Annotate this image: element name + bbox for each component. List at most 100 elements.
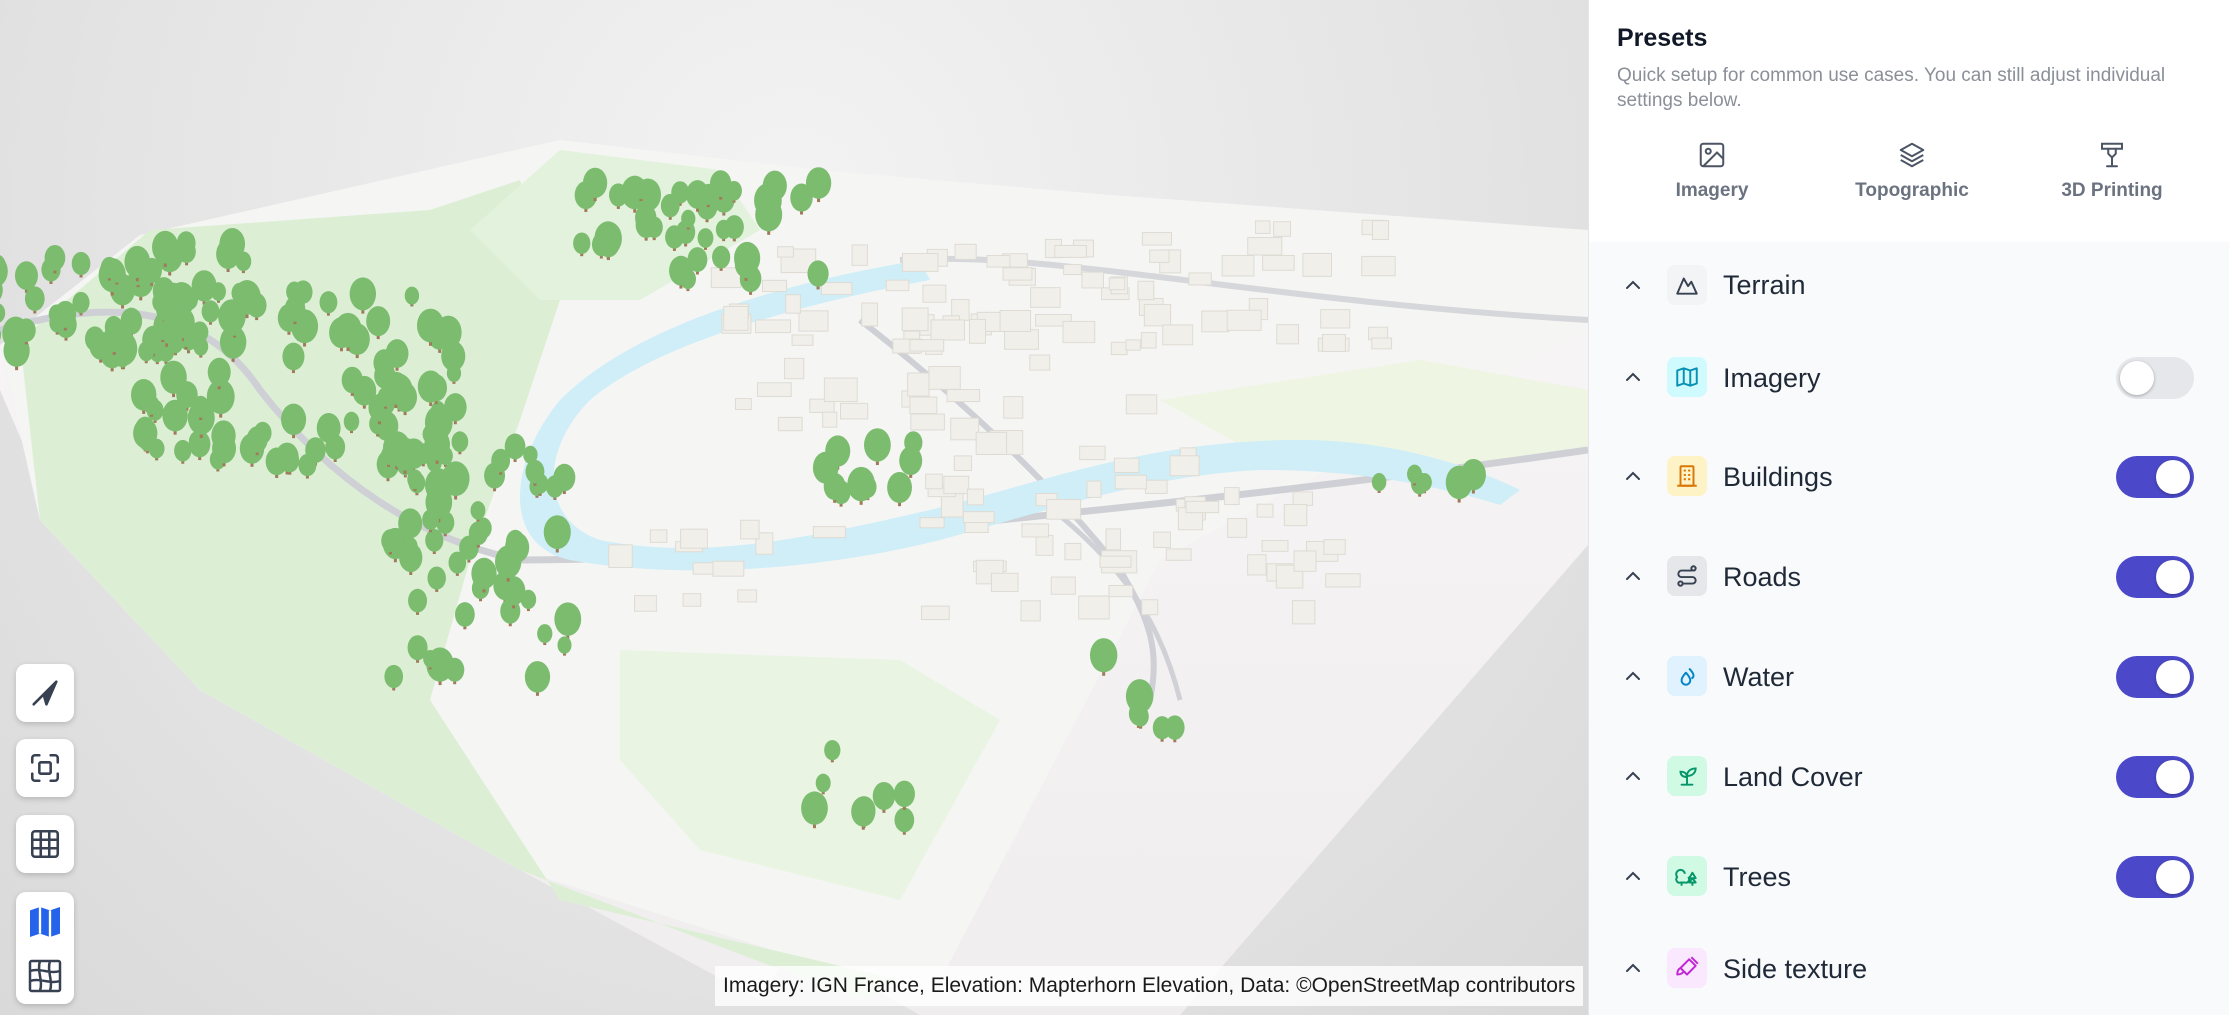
toggle-knob xyxy=(2156,660,2190,694)
section-label: Land Cover xyxy=(1723,762,1863,792)
chevron-up-icon[interactable] xyxy=(1621,764,1645,788)
building-block xyxy=(740,519,760,540)
building-block xyxy=(680,528,708,549)
chevron-up-icon[interactable] xyxy=(1621,464,1645,488)
water-toggle[interactable] xyxy=(2116,656,2194,698)
building-block xyxy=(946,389,981,403)
building-block xyxy=(902,253,939,272)
preset-imagery-button[interactable]: Imagery xyxy=(1612,140,1812,210)
chevron-up-icon[interactable] xyxy=(1621,956,1645,980)
building-block xyxy=(999,309,1032,332)
chevron-up-icon[interactable] xyxy=(1621,864,1645,888)
building-block xyxy=(925,473,943,490)
building-block xyxy=(1108,585,1134,598)
building-block xyxy=(1261,540,1289,552)
toggle-knob xyxy=(2156,860,2190,894)
route-icon xyxy=(1677,565,1697,587)
building-block xyxy=(1064,542,1082,561)
section-icon-box xyxy=(1667,656,1707,696)
building-block xyxy=(823,377,858,403)
building-block xyxy=(1054,244,1087,258)
chevron-up-icon[interactable] xyxy=(1621,365,1645,389)
building-block xyxy=(1149,249,1170,263)
section-buildings[interactable]: Buildings xyxy=(1589,427,2229,528)
building-block xyxy=(1292,491,1314,506)
building-block xyxy=(1188,272,1212,286)
building-block xyxy=(975,431,1008,455)
building-block xyxy=(608,544,633,568)
chevron-up-icon[interactable] xyxy=(1621,564,1645,588)
section-side-texture[interactable]: Side texture xyxy=(1589,927,2229,1015)
preset-label: Imagery xyxy=(1675,180,1749,201)
section-icon-box xyxy=(1667,756,1707,796)
section-label: Imagery xyxy=(1723,363,1821,393)
building-block xyxy=(1141,599,1159,616)
building-block xyxy=(798,310,829,332)
section-water[interactable]: Water xyxy=(1589,627,2229,728)
buildings-toggle[interactable] xyxy=(2116,456,2194,498)
map-attribution: Imagery: IGN France, Elevation: Mapterho… xyxy=(715,966,1584,1006)
building-block xyxy=(1125,394,1158,415)
presets-section: Presets Quick setup for common use cases… xyxy=(1589,0,2229,243)
building-block xyxy=(757,382,792,397)
building-block xyxy=(1137,280,1155,301)
building-block xyxy=(634,595,657,612)
section-trees[interactable]: Trees xyxy=(1589,827,2229,928)
roads-toggle[interactable] xyxy=(2116,556,2194,598)
section-land-cover[interactable]: Land Cover xyxy=(1589,727,2229,828)
building-block xyxy=(822,411,838,428)
navigate-icon xyxy=(32,680,58,706)
building-block xyxy=(921,605,950,621)
land-cover-toggle[interactable] xyxy=(2116,756,2194,798)
navigate-button[interactable] xyxy=(16,664,74,722)
imagery-toggle[interactable] xyxy=(2116,357,2194,399)
grid-button[interactable] xyxy=(16,815,74,873)
terrain-mesh-button[interactable] xyxy=(16,950,74,1002)
section-imagery[interactable]: Imagery xyxy=(1589,328,2229,428)
building-block xyxy=(953,455,973,472)
building-block xyxy=(723,305,749,331)
building-block xyxy=(784,357,805,380)
building-block xyxy=(909,339,945,352)
building-block xyxy=(1113,457,1140,474)
building-block xyxy=(930,319,965,341)
layer-switcher[interactable] xyxy=(16,892,74,1004)
preset-3d-printing-button[interactable]: 3D Printing xyxy=(2012,140,2212,210)
building-block xyxy=(1020,600,1041,622)
section-icon-box xyxy=(1667,265,1707,305)
map-3d-viewport[interactable]: Imagery: IGN France, Elevation: Mapterho… xyxy=(0,0,1588,1015)
building-block xyxy=(1255,220,1271,234)
building-block xyxy=(1079,445,1106,461)
building-block xyxy=(1081,271,1104,289)
section-icon-box xyxy=(1667,948,1707,988)
terrain-mesh-icon xyxy=(28,959,62,993)
terrain-scene[interactable] xyxy=(0,0,1588,1015)
building-icon xyxy=(1677,465,1697,487)
trees-icon xyxy=(1675,868,1697,886)
preset-label: Topographic xyxy=(1855,180,1969,201)
layers-icon xyxy=(1899,142,1925,168)
section-terrain[interactable]: Terrain xyxy=(1589,242,2229,329)
fit-view-button[interactable] xyxy=(16,739,74,797)
building-block xyxy=(1371,220,1390,241)
mountain-icon xyxy=(1676,277,1698,295)
map-layer-button[interactable] xyxy=(16,896,74,948)
building-block xyxy=(910,413,945,431)
building-block xyxy=(990,572,1019,593)
image-icon xyxy=(1699,142,1725,168)
building-block xyxy=(1223,487,1240,506)
building-block xyxy=(1108,277,1126,291)
building-block xyxy=(968,318,986,344)
building-block xyxy=(1125,339,1141,351)
trees-toggle[interactable] xyxy=(2116,856,2194,898)
chevron-up-icon[interactable] xyxy=(1621,664,1645,688)
building-block xyxy=(1144,479,1168,494)
building-block xyxy=(954,243,977,260)
building-block xyxy=(1021,523,1049,538)
building-block xyxy=(1035,534,1054,556)
preset-topographic-button[interactable]: Topographic xyxy=(1812,140,2012,210)
chevron-up-icon[interactable] xyxy=(1621,273,1645,297)
building-block xyxy=(777,246,794,258)
section-roads[interactable]: Roads xyxy=(1589,527,2229,628)
building-block xyxy=(1105,528,1121,551)
